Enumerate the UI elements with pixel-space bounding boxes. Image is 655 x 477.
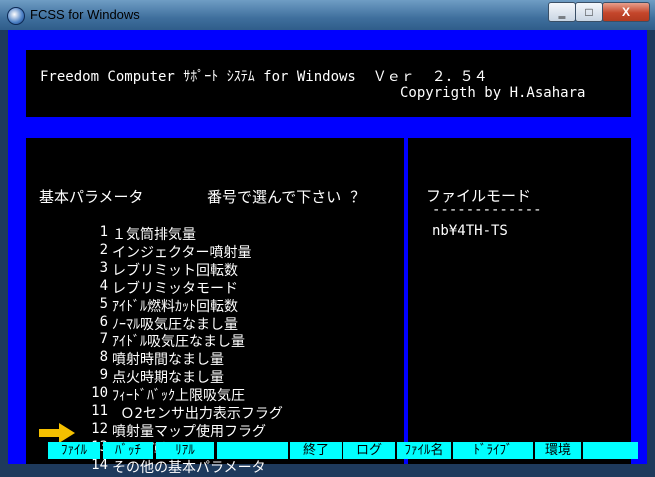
menu-item-number: 8 xyxy=(99,349,108,366)
function-key-5[interactable]: 終了 xyxy=(290,442,342,459)
right-arrow-icon xyxy=(39,423,75,443)
menu-item-number: 5 xyxy=(99,295,108,312)
file-mode-panel: ファイルモード ------------- nb¥4TH-TS xyxy=(408,138,631,464)
window-title: FCSS for Windows xyxy=(30,7,140,22)
title-bar[interactable]: FCSS for Windows ‗ □ X xyxy=(0,0,655,30)
menu-item-number: 10 xyxy=(91,385,108,402)
menu-item-number: 1 xyxy=(99,224,108,240)
minimize-button[interactable]: ‗ xyxy=(548,2,576,22)
client-area: Freedom Computer ｻﾎﾟｰﾄ ｼｽﾃﾑ for Windows … xyxy=(8,30,647,476)
function-key-2[interactable]: ﾊﾞｯﾁ xyxy=(103,442,153,459)
menu-item-number: 4 xyxy=(99,277,108,294)
header-panel: Freedom Computer ｻﾎﾟｰﾄ ｼｽﾃﾑ for Windows … xyxy=(26,50,631,117)
app-version-line: Freedom Computer ｻﾎﾟｰﾄ ｼｽﾃﾑ for Windows … xyxy=(40,69,488,85)
menu-item-number: 14 xyxy=(91,456,108,473)
menu-instruction: 番号で選んで下さい ？ xyxy=(207,188,366,206)
menu-item-number: 7 xyxy=(99,331,108,348)
function-key-8[interactable]: ﾄﾞﾗｲﾌﾞ xyxy=(453,442,533,459)
close-button[interactable]: X xyxy=(602,2,650,22)
maximize-button[interactable]: □ xyxy=(575,2,603,22)
file-path-text: nb¥4TH-TS xyxy=(432,223,508,239)
menu-item-number: 2 xyxy=(99,241,108,258)
app-globe-icon[interactable] xyxy=(7,7,25,25)
menu-item-number: 9 xyxy=(99,367,108,384)
menu-item-number: 3 xyxy=(99,259,108,276)
function-key-1[interactable]: ﾌｧｲﾙ xyxy=(48,442,100,459)
function-key-3[interactable]: ﾘｱﾙ xyxy=(156,442,214,459)
menu-item-number: 6 xyxy=(99,313,108,330)
file-mode-divider: ------------- xyxy=(432,202,542,218)
menu-item-label: その他の基本パラメータ xyxy=(112,459,266,476)
parameter-menu-panel: 基本パラメータ 番号で選んで下さい ？ 1 １気筒排気量 2 インジェクター噴射量 3 レ… xyxy=(26,138,404,476)
copyright-text: Copyrigth by H.Asahara xyxy=(400,85,586,101)
function-key-4[interactable] xyxy=(217,442,288,459)
menu-title: 基本パラメータ xyxy=(39,188,144,206)
function-key-7[interactable]: ﾌｧｲﾙ名 xyxy=(397,442,451,459)
function-key-10[interactable] xyxy=(583,442,638,459)
function-key-6[interactable]: ログ xyxy=(343,442,395,459)
menu-item-number: 11 xyxy=(91,403,108,419)
fcss-window: FCSS for Windows ‗ □ X Freedom Computer … xyxy=(0,0,655,476)
function-key-9[interactable]: 環境 xyxy=(535,442,581,459)
function-key-bar: ﾌｧｲﾙ ﾊﾞｯﾁ ﾘｱﾙ 終了 ログ ﾌｧｲﾙ名 ﾄﾞﾗｲﾌﾞ 環境 xyxy=(0,442,655,459)
